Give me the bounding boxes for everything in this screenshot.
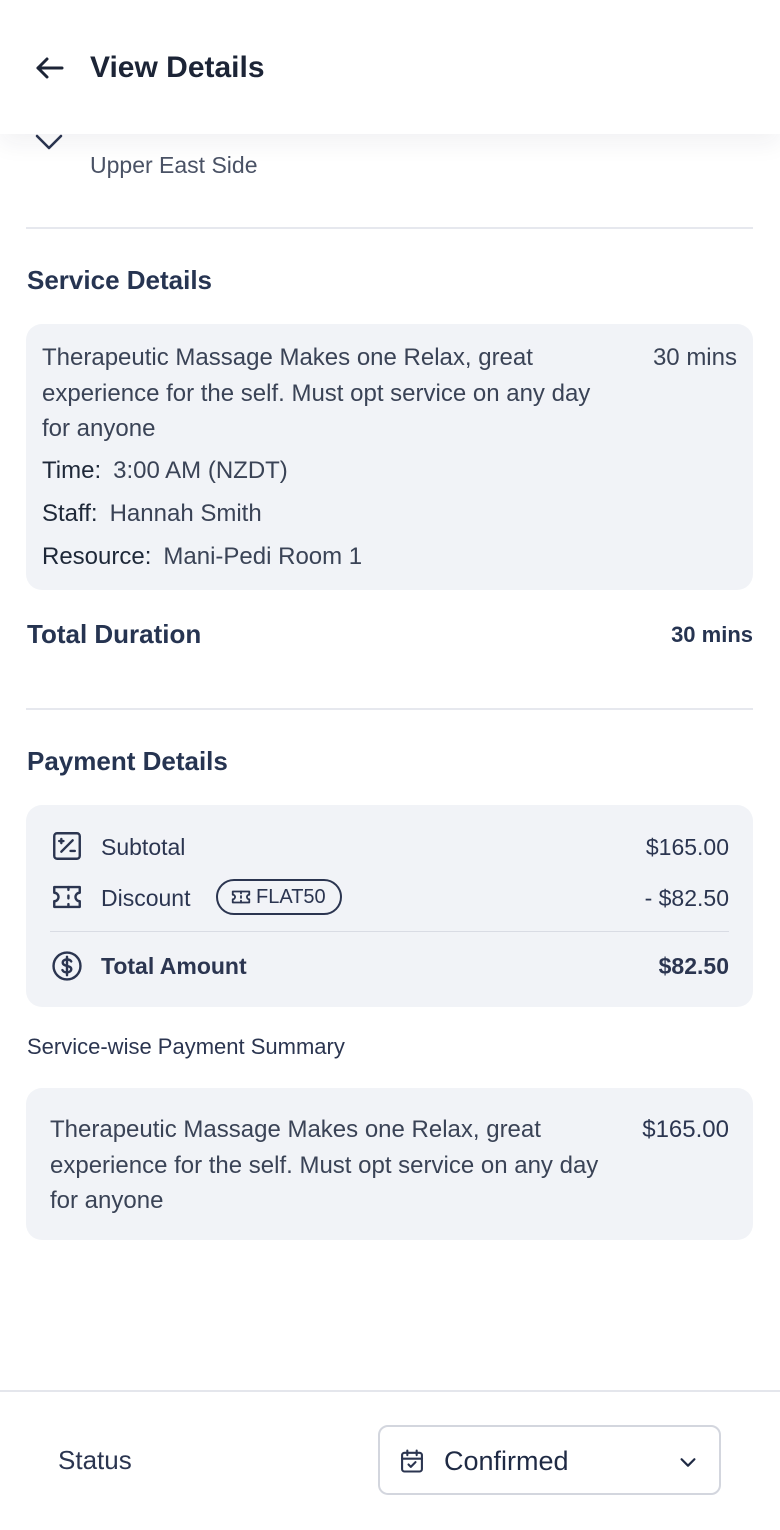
total-duration-label: Total Duration [27, 619, 202, 649]
page-title: View Details [90, 51, 265, 84]
percent-square-icon [53, 832, 81, 860]
top-app-bar: View Details [0, 0, 780, 134]
summary-card: Therapeutic Massage Makes one Relax, gre… [26, 1088, 753, 1240]
ticket-icon [53, 885, 81, 909]
payment-details-title: Payment Details [27, 746, 228, 776]
dollar-circle-icon [52, 951, 82, 981]
service-card: Therapeutic Massage Makes one Relax, gre… [26, 324, 753, 590]
total-amount-value: $82.50 [658, 953, 729, 979]
total-duration-value: 30 mins [671, 622, 753, 647]
discount-label: Discount [101, 885, 191, 911]
summary-service-description: Therapeutic Massage Makes one Relax, gre… [50, 1116, 599, 1214]
subtotal-value: $165.00 [645, 834, 729, 860]
calendar-check-icon [401, 1449, 423, 1473]
staff-value: Hannah Smith [109, 500, 262, 527]
subtotal-label: Subtotal [101, 834, 186, 860]
total-amount-label: Total Amount [101, 953, 247, 979]
time-value: 3:00 AM (NZDT) [113, 457, 288, 484]
service-description: Therapeutic Massage Makes one Relax, gre… [42, 344, 591, 442]
staff-label: Staff: [42, 500, 98, 527]
location-area: Upper East Side [90, 152, 258, 178]
payment-summary-label: Service-wise Payment Summary [27, 1034, 345, 1059]
resource-label: Resource: [42, 543, 152, 570]
service-duration: 30 mins [652, 344, 737, 371]
chevron-down-icon [680, 1458, 696, 1467]
divider [50, 931, 729, 932]
payment-card: Subtotal $165.00 Discount FLAT50 - $82.5… [26, 805, 753, 1007]
service-staff-row: Staff: Hannah Smith [42, 498, 262, 530]
divider [26, 708, 753, 710]
time-label: Time: [42, 457, 102, 484]
status-value: Confirmed [444, 1446, 569, 1476]
ticket-icon [231, 890, 251, 904]
back-button[interactable] [30, 48, 70, 88]
discount-value: - $82.50 [644, 885, 729, 911]
divider [26, 227, 753, 229]
status-label: Status [58, 1445, 132, 1475]
service-resource-row: Resource: Mani-Pedi Room 1 [42, 541, 362, 573]
arrow-left-icon [36, 57, 64, 79]
summary-service-price: $165.00 [642, 1116, 729, 1143]
coupon-badge: FLAT50 [216, 879, 342, 915]
status-dropdown[interactable]: Confirmed [378, 1425, 721, 1495]
service-time-row: Time: 3:00 AM (NZDT) [42, 455, 288, 487]
coupon-code: FLAT50 [256, 885, 326, 908]
resource-value: Mani-Pedi Room 1 [163, 543, 363, 570]
status-footer: Status Confirmed [0, 1390, 780, 1530]
service-details-title: Service Details [27, 265, 213, 295]
